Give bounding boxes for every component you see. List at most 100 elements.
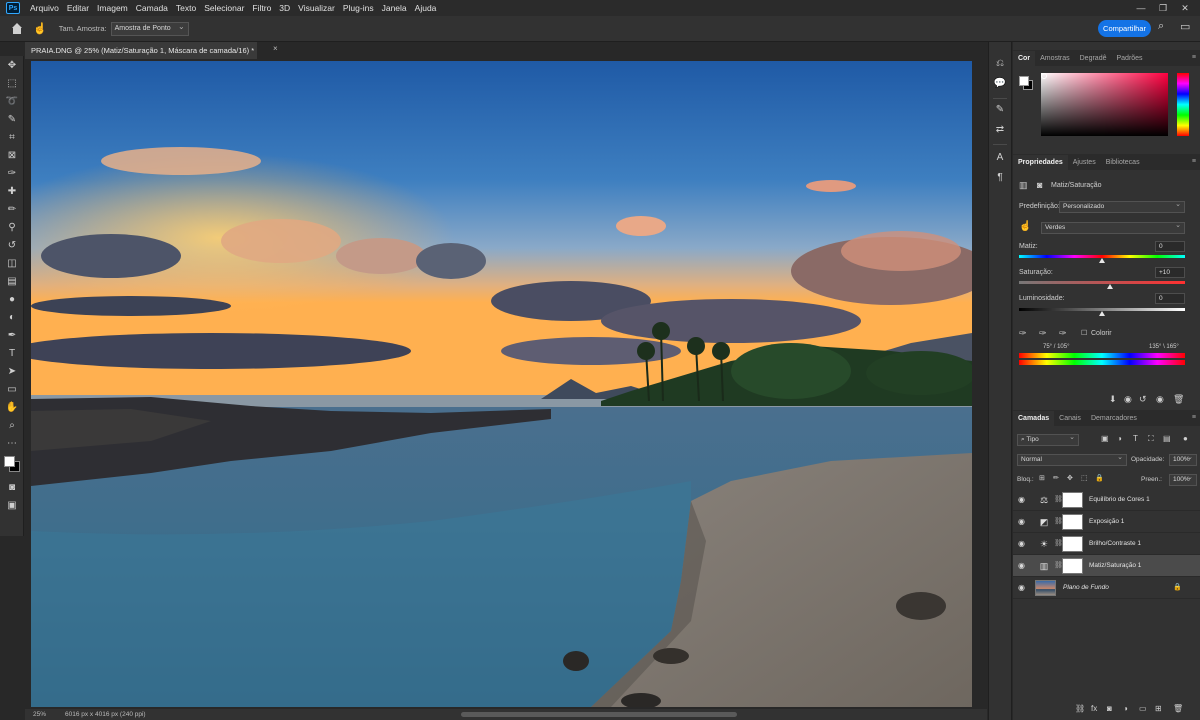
workspace-icon[interactable]: ▭: [1180, 20, 1190, 33]
saturation-slider[interactable]: [1019, 281, 1185, 284]
comments-panel-icon[interactable]: 💬: [989, 78, 1011, 89]
layer-row[interactable]: ◉ ⚖ ⛓ Equilíbrio de Cores 1: [1013, 489, 1200, 511]
zoom-level[interactable]: 25%: [25, 711, 51, 718]
panel-menu-icon[interactable]: ≡: [1192, 414, 1196, 421]
tab-amostras[interactable]: Amostras: [1035, 51, 1075, 66]
reset-adjustments-icon[interactable]: ↺: [1139, 394, 1147, 405]
layer-name[interactable]: Equilíbrio de Cores 1: [1089, 496, 1150, 503]
adjustments-strip-icon[interactable]: ⇄: [989, 124, 1011, 135]
home-icon[interactable]: [11, 22, 23, 35]
menu-3d[interactable]: 3D: [275, 3, 294, 13]
eyedropper-hand-tool-icon[interactable]: ☝: [33, 22, 47, 35]
view-previous-icon[interactable]: ◉: [1124, 394, 1132, 405]
move-tool-icon[interactable]: ✥: [0, 56, 24, 74]
eyedropper-icon[interactable]: ✑: [1019, 328, 1027, 339]
menu-imagem[interactable]: Imagem: [93, 3, 132, 13]
fill-value[interactable]: 100%: [1169, 473, 1197, 486]
background-thumbnail[interactable]: [1035, 580, 1056, 596]
quick-mask-icon[interactable]: ◙: [0, 478, 24, 496]
hue-value[interactable]: 0: [1155, 241, 1185, 252]
eyedropper-subtract-icon[interactable]: ✑: [1059, 328, 1067, 339]
panel-menu-icon[interactable]: ≡: [1192, 54, 1196, 61]
panel-menu-icon[interactable]: ≡: [1192, 158, 1196, 165]
rectangle-tool-icon[interactable]: ▭: [0, 380, 24, 398]
new-layer-icon[interactable]: ⊞: [1155, 704, 1162, 713]
layer-style-icon[interactable]: fx: [1091, 704, 1097, 713]
lock-icon[interactable]: 🔒: [1173, 583, 1182, 591]
menu-plugins[interactable]: Plug-ins: [339, 3, 378, 13]
path-selection-tool-icon[interactable]: ➤: [0, 362, 24, 380]
tab-ajustes[interactable]: Ajustes: [1068, 155, 1101, 170]
menu-filtro[interactable]: Filtro: [248, 3, 275, 13]
colorize-checkbox[interactable]: ☐: [1081, 329, 1087, 337]
layer-mask-thumbnail[interactable]: [1062, 558, 1083, 574]
color-range-bar-bottom[interactable]: [1019, 360, 1185, 365]
minimize-button[interactable]: —: [1130, 0, 1152, 16]
lock-artboard-icon[interactable]: ⬚: [1081, 474, 1088, 482]
targeted-adjustment-icon[interactable]: ☝: [1019, 221, 1031, 232]
menu-arquivo[interactable]: Arquivo: [26, 3, 63, 13]
delete-adjustment-icon[interactable]: 🗑: [1173, 394, 1184, 405]
tab-degrade[interactable]: Degradê: [1075, 51, 1112, 66]
saturation-value[interactable]: +10: [1155, 267, 1185, 278]
filter-smart-object-icon[interactable]: ▤: [1163, 434, 1171, 443]
filter-toggle-icon[interactable]: ●: [1183, 434, 1188, 443]
sample-size-select[interactable]: Amostra de Ponto: [110, 21, 189, 36]
delete-layer-icon[interactable]: 🗑: [1173, 704, 1183, 713]
layer-name[interactable]: Plano de Fundo: [1063, 584, 1109, 591]
layer-name[interactable]: Matiz/Saturação 1: [1089, 562, 1141, 569]
pen-tool-icon[interactable]: ✒: [0, 326, 24, 344]
filter-adjustment-icon[interactable]: ◑: [1117, 434, 1122, 443]
opacity-value[interactable]: 100%: [1169, 453, 1197, 466]
saturation-slider-thumb[interactable]: [1107, 284, 1114, 289]
channel-select[interactable]: Verdes: [1041, 221, 1185, 234]
dodge-tool-icon[interactable]: ◐: [0, 308, 24, 326]
layer-mask-thumbnail[interactable]: [1062, 492, 1083, 508]
brush-tool-icon[interactable]: ✏: [0, 200, 24, 218]
visibility-eye-icon[interactable]: ◉: [1018, 539, 1025, 548]
color-field[interactable]: [1041, 73, 1168, 136]
lightness-slider-thumb[interactable]: [1099, 311, 1105, 316]
history-panel-icon[interactable]: ⎌: [989, 58, 1011, 69]
lock-transparency-icon[interactable]: ⊞: [1039, 474, 1045, 482]
filter-shape-icon[interactable]: ⛶: [1148, 434, 1154, 444]
hand-tool-icon[interactable]: ✋: [0, 398, 24, 416]
close-window-button[interactable]: ✕: [1174, 0, 1196, 16]
quick-selection-tool-icon[interactable]: ✎: [0, 110, 24, 128]
document-tab[interactable]: PRAIA.DNG @ 25% (Matiz/Saturação 1, Másc…: [25, 42, 257, 59]
menu-camada[interactable]: Camada: [132, 3, 172, 13]
search-icon[interactable]: ⌕: [1158, 20, 1164, 33]
brush-settings-icon[interactable]: ✎: [989, 104, 1011, 115]
document-info[interactable]: 6016 px x 4016 px (240 ppi): [65, 711, 146, 718]
screen-mode-icon[interactable]: ▣: [0, 496, 24, 514]
layer-row-background[interactable]: ◉ Plano de Fundo 🔒: [1013, 577, 1200, 599]
layer-mask-icon[interactable]: ◙: [1037, 180, 1042, 190]
clip-to-layer-icon[interactable]: ⬇: [1109, 394, 1117, 405]
layer-mask-thumbnail[interactable]: [1062, 536, 1083, 552]
layer-mask-thumbnail[interactable]: [1062, 514, 1083, 530]
foreground-swatch[interactable]: [4, 456, 15, 467]
menu-texto[interactable]: Texto: [172, 3, 200, 13]
layer-row[interactable]: ◉ ◩ ⛓ Exposição 1: [1013, 511, 1200, 533]
canvas-area[interactable]: [25, 59, 1008, 709]
visibility-eye-icon[interactable]: ◉: [1018, 561, 1025, 570]
menu-selecionar[interactable]: Selecionar: [200, 3, 248, 13]
visibility-toggle-icon[interactable]: ◉: [1156, 394, 1164, 405]
frame-tool-icon[interactable]: ⊠: [0, 146, 24, 164]
layer-row[interactable]: ◉ ☀ ⛓ Brilho/Contraste 1: [1013, 533, 1200, 555]
close-tab-icon[interactable]: ×: [273, 44, 278, 53]
add-mask-icon[interactable]: ◙: [1107, 704, 1112, 713]
hue-strip[interactable]: [1177, 73, 1189, 136]
color-panel-foreground[interactable]: [1019, 76, 1029, 86]
zoom-tool-icon[interactable]: ⌕: [0, 416, 24, 434]
color-swatches[interactable]: [0, 452, 24, 478]
visibility-eye-icon[interactable]: ◉: [1018, 495, 1025, 504]
lock-position-icon[interactable]: ✥: [1067, 474, 1073, 482]
lightness-value[interactable]: 0: [1155, 293, 1185, 304]
share-button[interactable]: Compartilhar: [1098, 20, 1151, 37]
lock-all-icon[interactable]: 🔒: [1095, 474, 1104, 482]
layer-filter-select[interactable]: ⌕ Tipo: [1017, 433, 1079, 446]
blend-mode-select[interactable]: Normal: [1017, 453, 1127, 466]
link-layers-icon[interactable]: ⛓: [1075, 704, 1085, 713]
history-brush-tool-icon[interactable]: ↺: [0, 236, 24, 254]
